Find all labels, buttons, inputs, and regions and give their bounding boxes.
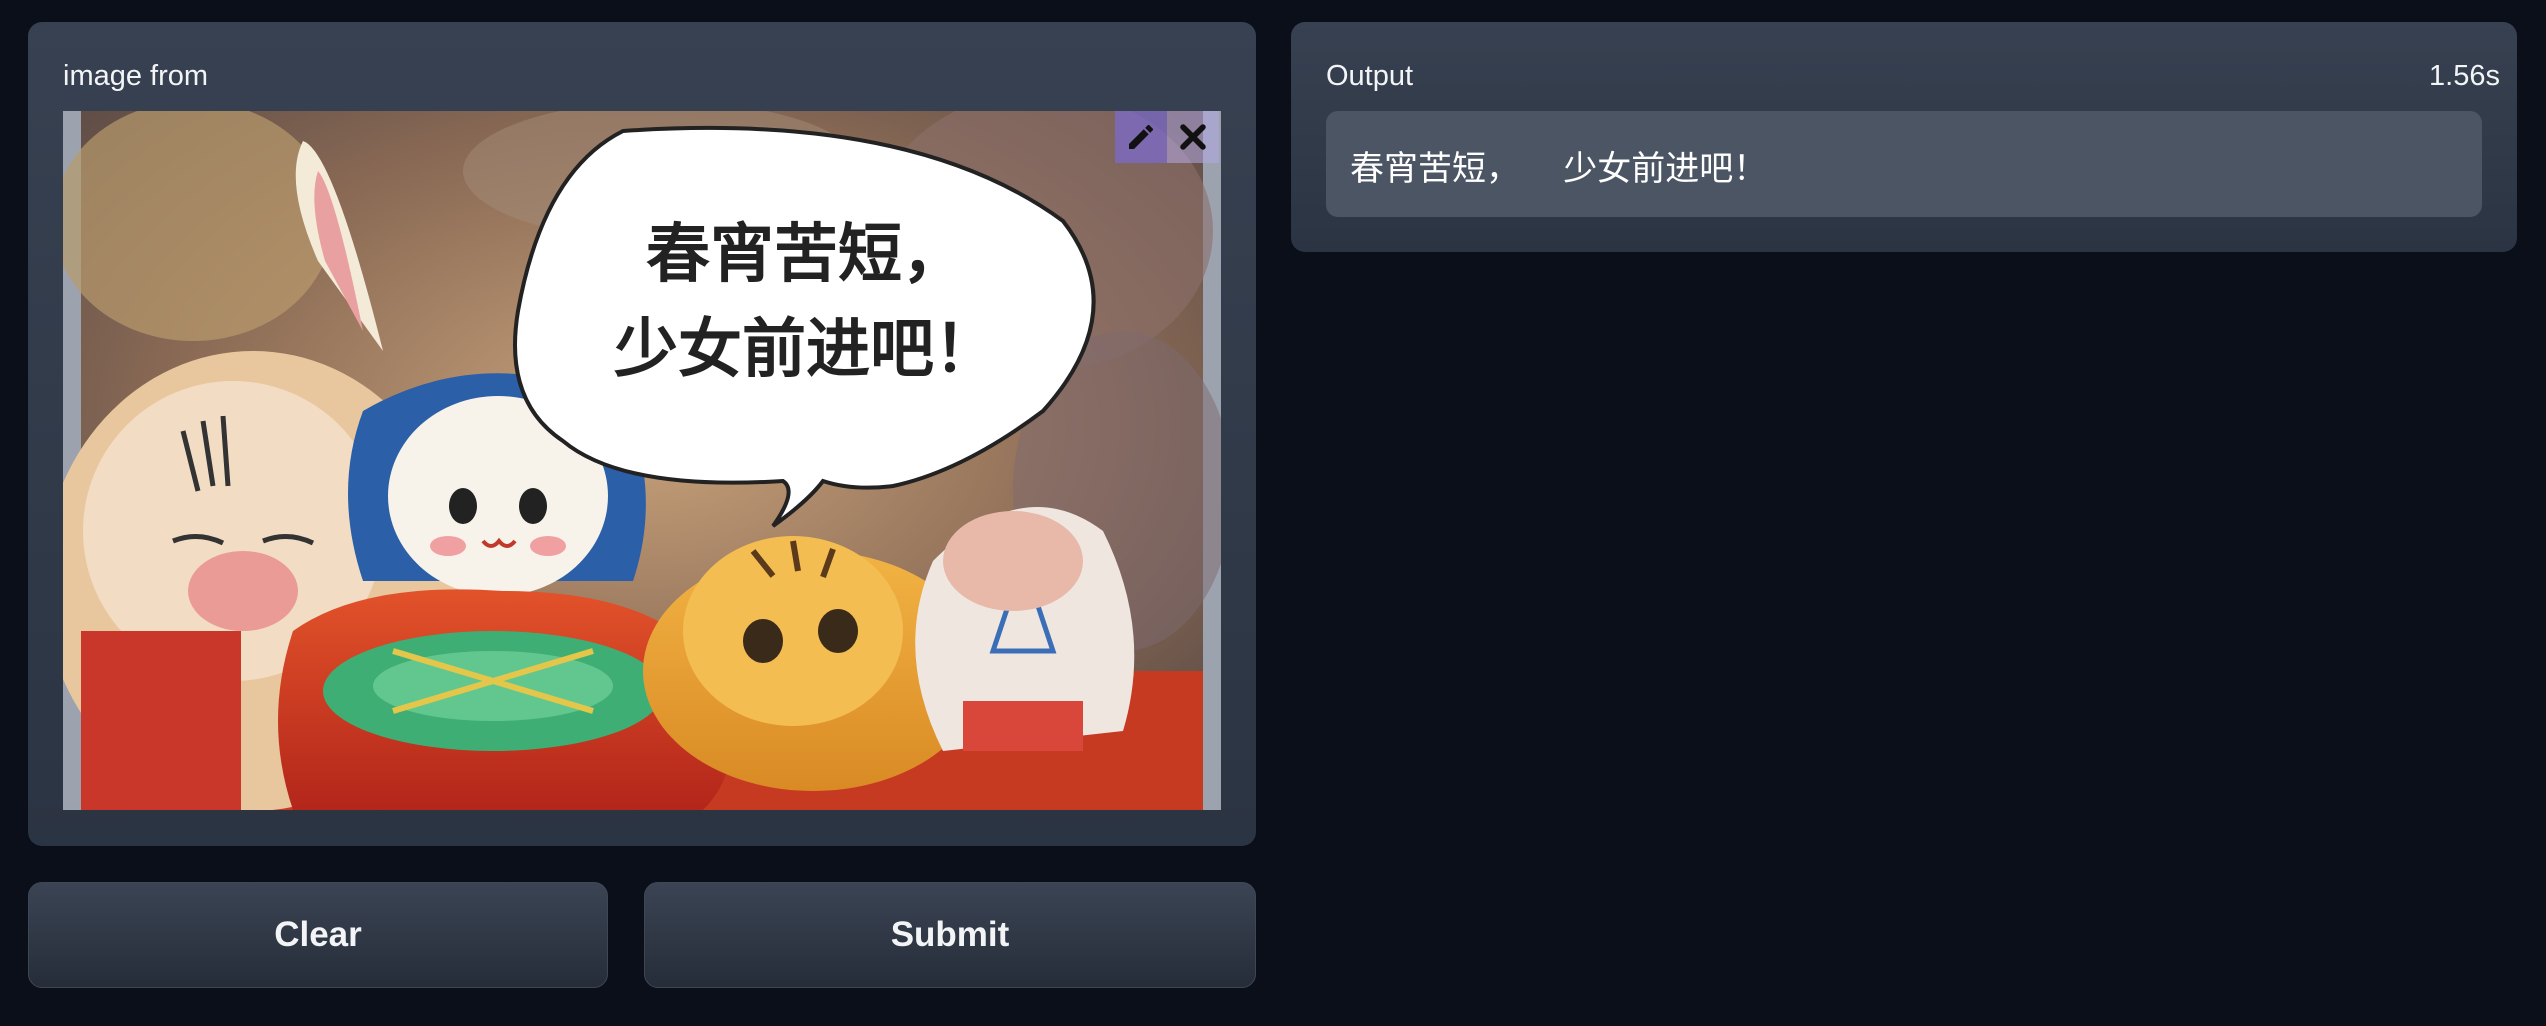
output-text: 春宵苦短， 少女前进吧！ [1350,149,1768,189]
remove-image-button[interactable] [1167,111,1219,163]
clay-figurines-photo: 春宵苦短， 少女前进吧！ [63,111,1221,810]
speech-bubble-line-2: 少女前进吧！ [614,313,998,387]
clear-button[interactable]: Clear [28,882,608,988]
image-input-panel: image from 春宵苦短， 少女前进吧！ [28,22,1256,846]
pencil-icon [1129,124,1154,149]
uploaded-image[interactable]: 春宵苦短， 少女前进吧！ [63,111,1221,810]
output-textbox[interactable]: 春宵苦短， 少女前进吧！ [1326,111,2482,217]
close-icon [1180,124,1206,150]
output-panel: Output 1.56s 春宵苦短， 少女前进吧！ [1291,22,2517,252]
elapsed-time: 1.56s [2429,60,2500,92]
edit-image-button[interactable] [1115,111,1167,163]
image-input-label: image from [63,60,209,92]
speech-bubble-line-1: 春宵苦短， [646,218,966,292]
output-label: Output [1326,60,1414,92]
submit-button[interactable]: Submit [644,882,1256,988]
